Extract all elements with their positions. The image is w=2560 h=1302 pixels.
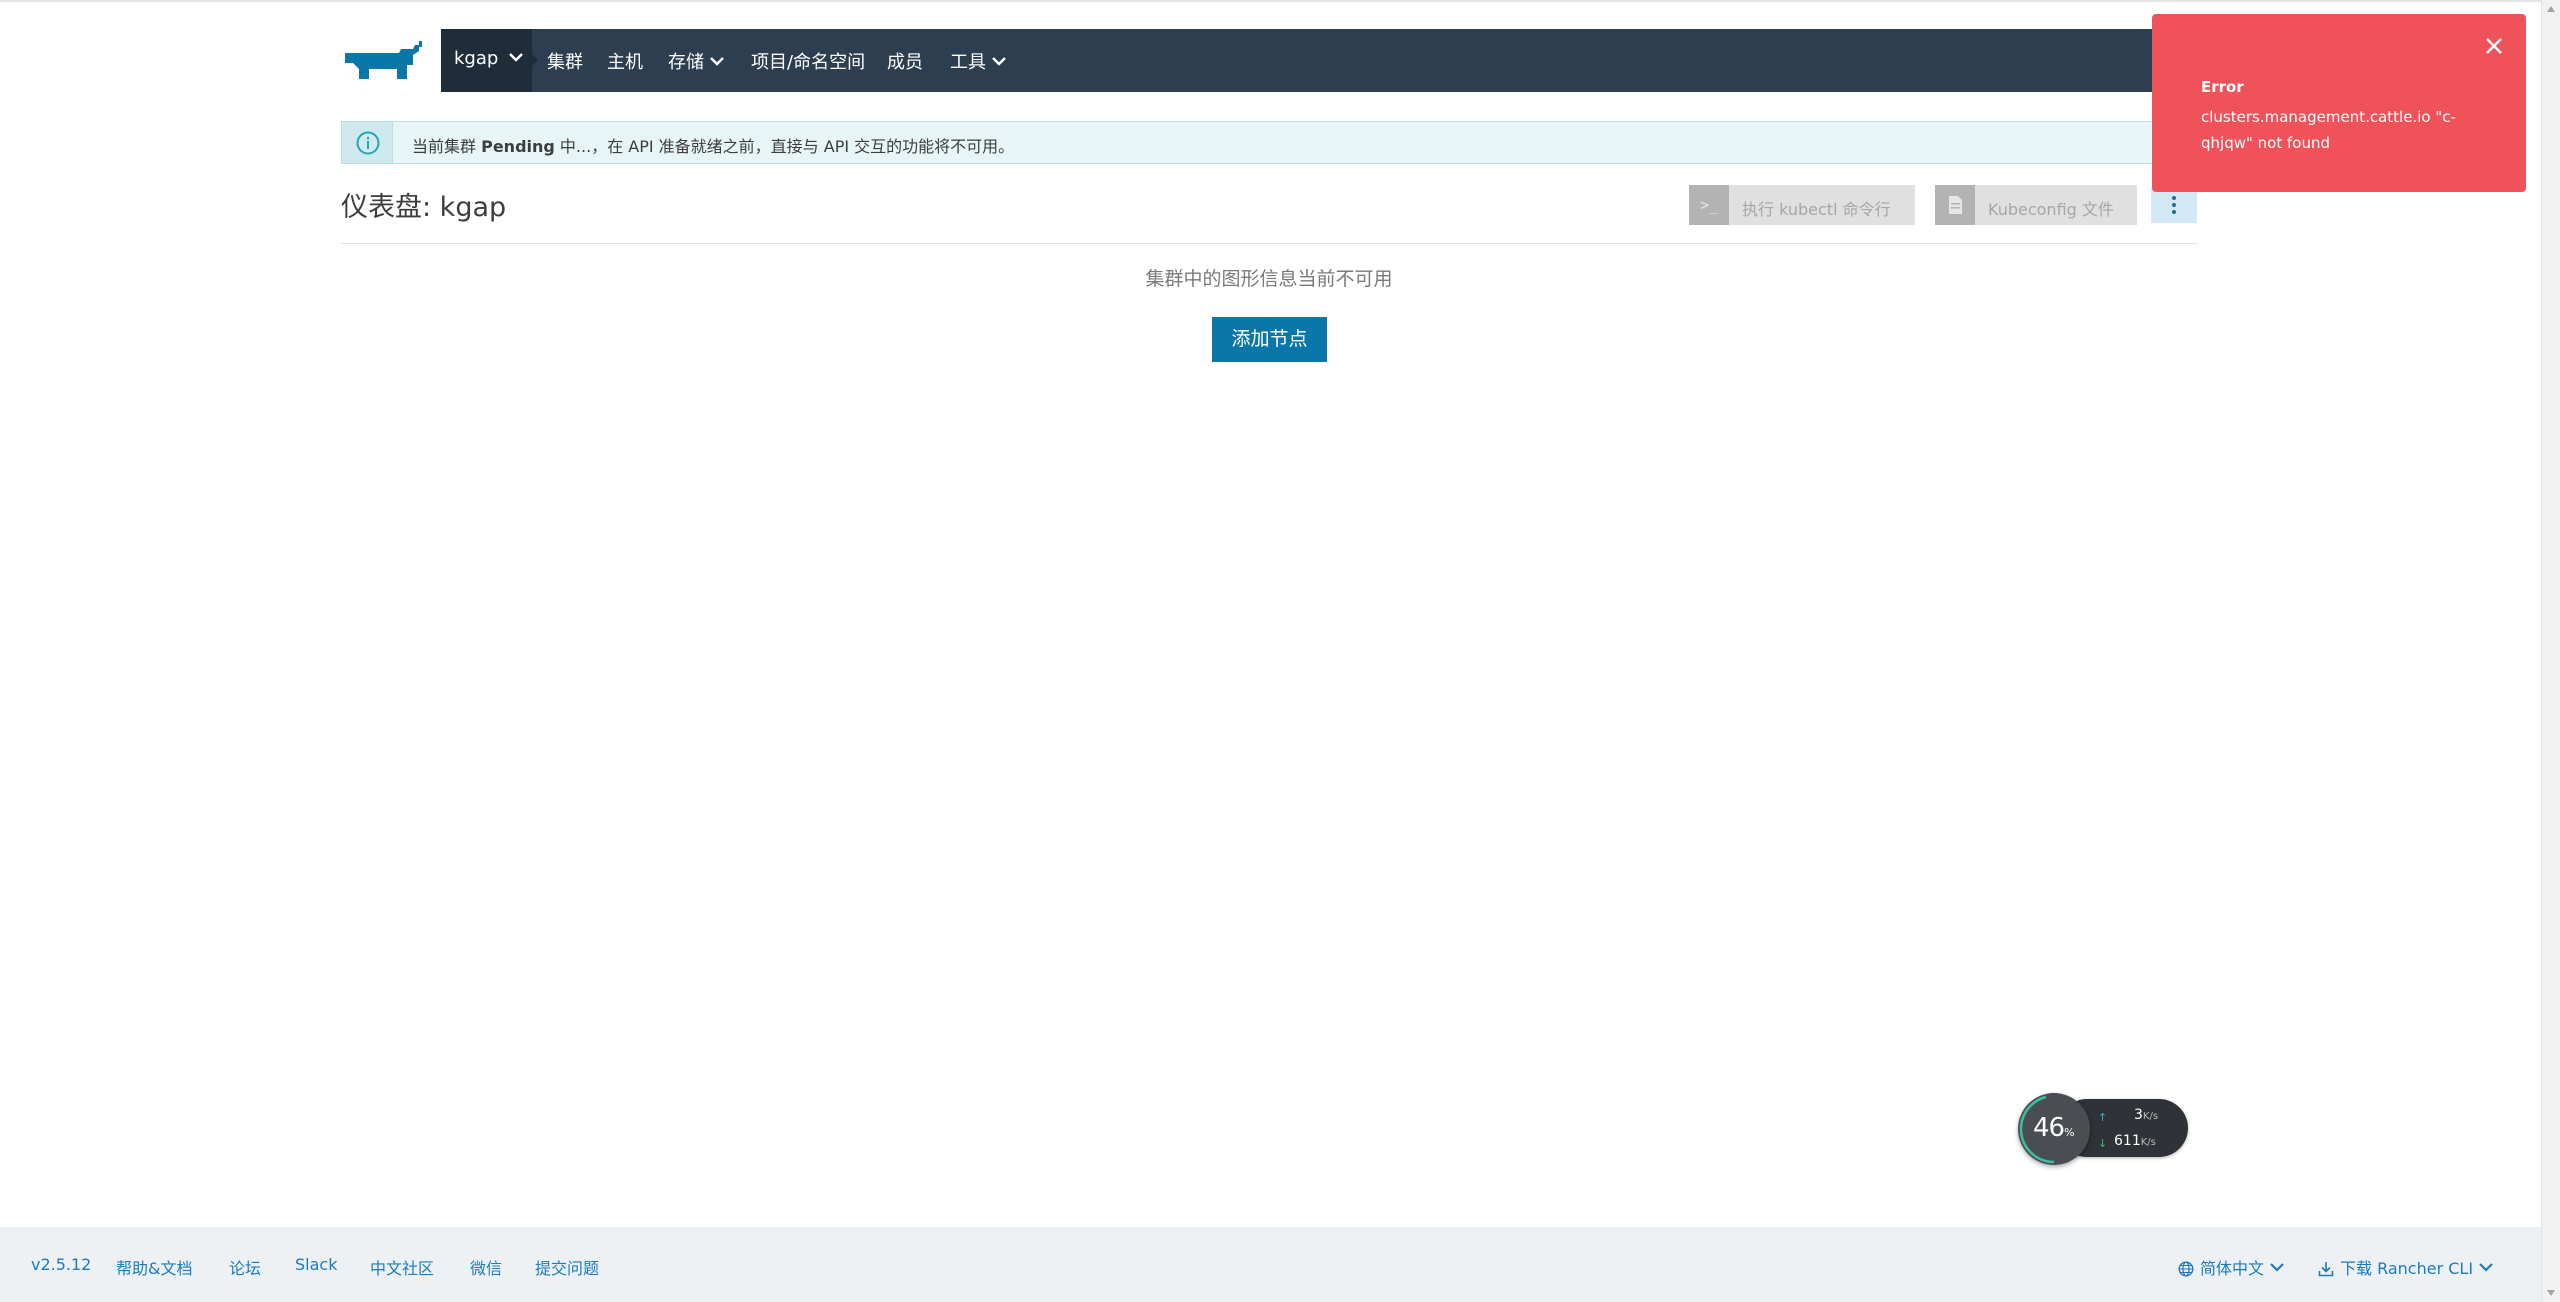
cluster-switcher-label: kgap [454, 48, 499, 69]
add-node-button[interactable]: 添加节点 [1212, 317, 1327, 362]
nav-item-label: 主机 [607, 52, 643, 73]
download-speed: 611K/s [2114, 1133, 2156, 1149]
terminal-icon: >_ [1689, 185, 1729, 225]
nav-item-members[interactable]: 成员 [887, 48, 923, 74]
forum-link[interactable]: 论坛 [229, 1255, 261, 1279]
wechat-link[interactable]: 微信 [470, 1255, 502, 1279]
upload-speed-value: 3 [2134, 1107, 2143, 1123]
more-dot [2172, 210, 2176, 214]
toast-title: Error [2201, 78, 2244, 96]
banner-text-after: 中...，在 API 准备就绪之前，直接与 API 交互的功能将不可用。 [554, 137, 1015, 156]
more-actions-button[interactable] [2151, 187, 2197, 223]
chinese-community-link[interactable]: 中文社区 [370, 1255, 434, 1279]
page-footer: v2.5.12 帮助&文档 论坛 Slack 中文社区 微信 提交问题 简体中文… [0, 1227, 2541, 1302]
more-dot [2172, 196, 2176, 200]
download-icon [2318, 1262, 2334, 1277]
kubectl-button-label: 执行 kubectl 命令行 [1742, 200, 1891, 219]
file-icon [1935, 185, 1975, 225]
submit-issue-link[interactable]: 提交问题 [535, 1255, 599, 1279]
download-speed-value: 611 [2114, 1133, 2141, 1149]
top-header: kgap 集群 主机 存储 项目/命名空间 成员 工具 [341, 29, 2258, 92]
nav-item-label: 存储 [668, 52, 704, 73]
banner-message: 当前集群 Pending 中...，在 API 准备就绪之前，直接与 API 交… [412, 133, 1014, 157]
scroll-up-arrow-icon[interactable] [2547, 6, 2555, 12]
title-divider [341, 243, 2197, 244]
chevron-down-icon [2479, 1263, 2493, 1272]
language-label: 简体中文 [2200, 1259, 2265, 1278]
usage-percent: 46% [2033, 1113, 2075, 1143]
nav-item-label: 工具 [950, 52, 986, 73]
chevron-down-icon [509, 53, 523, 62]
download-cli-menu[interactable]: 下载 Rancher CLI [2318, 1255, 2493, 1279]
nav-item-clusters[interactable]: 集群 [547, 48, 583, 74]
graph-unavailable-message: 集群中的图形信息当前不可用 [1145, 268, 1393, 290]
slack-link[interactable]: Slack [295, 1255, 337, 1274]
version-link[interactable]: v2.5.12 [31, 1255, 91, 1274]
help-docs-link[interactable]: 帮助&文档 [116, 1255, 192, 1279]
info-circle-icon [356, 131, 380, 155]
nav-item-tools[interactable]: 工具 [950, 48, 1006, 74]
rancher-logo-icon[interactable] [341, 41, 425, 81]
scroll-down-arrow-icon[interactable] [2547, 1290, 2555, 1296]
chevron-down-icon [710, 57, 724, 66]
banner-icon-box [342, 122, 393, 163]
download-speed-unit: K/s [2140, 1137, 2156, 1148]
vertical-scrollbar[interactable] [2541, 0, 2560, 1302]
upload-arrow-icon: ↑ [2098, 1111, 2108, 1124]
banner-status: Pending [481, 137, 555, 156]
breadcrumb-arrow-icon [532, 54, 538, 66]
more-dot [2172, 203, 2176, 207]
language-selector[interactable]: 简体中文 [2178, 1255, 2284, 1279]
chevron-down-icon [2270, 1263, 2284, 1272]
upload-speed-unit: K/s [2142, 1111, 2159, 1122]
nav-item-label: 项目/命名空间 [751, 52, 866, 73]
upload-speed: 3K/s [2134, 1107, 2158, 1123]
banner-text-before: 当前集群 [412, 137, 482, 156]
page-title: 仪表盘: kgap [341, 192, 507, 223]
nav-item-projects-namespaces[interactable]: 项目/命名空间 [751, 48, 865, 74]
kubectl-shell-button[interactable]: >_ 执行 kubectl 命令行 [1689, 185, 1915, 225]
download-arrow-icon: ↓ [2098, 1137, 2108, 1150]
globe-icon [2178, 1261, 2194, 1277]
usage-percent-value: 46 [2033, 1113, 2065, 1143]
nav-item-label: 成员 [887, 52, 923, 73]
error-toast: Error clusters.management.cattle.io "c-q… [2152, 14, 2526, 192]
window-top-border [0, 0, 2560, 2]
cluster-pending-banner: 当前集群 Pending 中...，在 API 准备就绪之前，直接与 API 交… [341, 121, 2197, 164]
download-cli-label: 下载 Rancher CLI [2340, 1259, 2474, 1278]
kubeconfig-button-label: Kubeconfig 文件 [1988, 200, 2114, 219]
main-nav: kgap 集群 主机 存储 项目/命名空间 成员 工具 [441, 29, 2258, 92]
toast-message: clusters.management.cattle.io "c-qhjqw" … [2201, 108, 2456, 152]
cluster-switcher[interactable]: kgap [441, 29, 532, 92]
kubeconfig-file-button[interactable]: Kubeconfig 文件 [1935, 185, 2137, 225]
nav-item-label: 集群 [547, 52, 583, 73]
usage-percent-unit: % [2064, 1126, 2075, 1139]
close-icon[interactable] [2484, 36, 2504, 56]
chevron-down-icon [992, 57, 1006, 66]
nav-item-storage[interactable]: 存储 [668, 48, 724, 74]
nav-item-hosts[interactable]: 主机 [607, 48, 643, 74]
